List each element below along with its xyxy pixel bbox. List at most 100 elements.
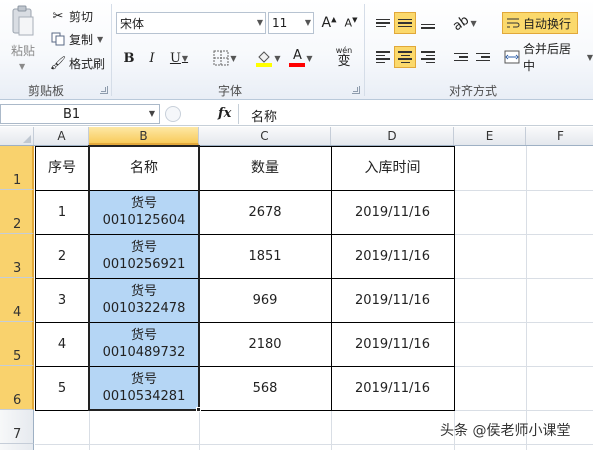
wrap-text-button[interactable]: 自动换行 bbox=[502, 12, 578, 34]
formula-content: 名称 bbox=[251, 110, 278, 125]
table-border bbox=[35, 146, 36, 411]
row-header-8[interactable] bbox=[0, 444, 34, 450]
font-dialog-launcher-icon[interactable] bbox=[352, 86, 360, 94]
gridline bbox=[454, 234, 593, 235]
borders-button[interactable]: ▼ bbox=[208, 47, 242, 69]
font-size-combo[interactable]: 11 ▼ bbox=[268, 12, 314, 34]
grow-font-button[interactable]: A▲ bbox=[320, 12, 338, 34]
name-box[interactable]: B1 ▼ bbox=[0, 104, 160, 124]
table-row-cell-seq[interactable]: 1 bbox=[35, 190, 89, 234]
paintbrush-icon: 🖌 bbox=[49, 55, 67, 71]
chevron-down-icon[interactable]: ▼ bbox=[97, 35, 103, 44]
table-row-cell-seq[interactable]: 3 bbox=[35, 278, 89, 322]
select-all-button[interactable] bbox=[0, 127, 34, 145]
formula-input[interactable]: 名称 bbox=[238, 104, 593, 125]
align-left-icon bbox=[376, 51, 390, 63]
qty-value: 1851 bbox=[248, 248, 282, 264]
cell-d1[interactable]: 入库时间 bbox=[331, 146, 454, 190]
row-header-3[interactable]: 3 bbox=[0, 234, 34, 278]
qty-value: 969 bbox=[252, 292, 278, 308]
shrink-font-button[interactable]: A▼ bbox=[342, 12, 360, 34]
font-name-combo[interactable]: 宋体 ▼ bbox=[116, 12, 266, 34]
cell-c1[interactable]: 数量 bbox=[199, 146, 331, 190]
table-border bbox=[331, 146, 332, 411]
decrease-indent-button[interactable] bbox=[450, 46, 472, 68]
align-right-icon bbox=[421, 51, 435, 63]
gridline bbox=[454, 322, 593, 323]
phonetic-char: 变 bbox=[337, 54, 351, 69]
gridline bbox=[526, 146, 527, 450]
group-divider bbox=[111, 4, 112, 96]
chevron-down-icon[interactable]: ▼ bbox=[149, 109, 155, 118]
insert-function-button[interactable]: fx bbox=[218, 106, 231, 121]
row-header-5[interactable]: 5 bbox=[0, 322, 34, 366]
table-row-cell-date[interactable]: 2019/11/16 bbox=[331, 190, 454, 234]
cut-button[interactable]: ✂ 剪切 bbox=[50, 6, 93, 26]
fill-handle[interactable] bbox=[196, 407, 201, 412]
align-bottom-icon bbox=[421, 23, 435, 29]
phonetic-guide-button[interactable]: wén 变 bbox=[328, 45, 360, 69]
chevron-down-icon: ▼ bbox=[304, 18, 311, 27]
column-header-d[interactable]: D bbox=[331, 127, 454, 145]
table-row-cell-qty[interactable]: 2180 bbox=[199, 322, 331, 366]
increase-indent-button[interactable] bbox=[472, 46, 494, 68]
row-header-1[interactable]: 1 bbox=[0, 146, 34, 190]
table-row-cell-seq[interactable]: 2 bbox=[35, 234, 89, 278]
row-number: 1 bbox=[13, 173, 22, 188]
table-row-cell-date[interactable]: 2019/11/16 bbox=[331, 234, 454, 278]
row-number: 4 bbox=[13, 305, 22, 320]
row-header-4[interactable]: 4 bbox=[0, 278, 34, 322]
fill-color-button[interactable]: ▼ bbox=[252, 47, 284, 69]
bold-button[interactable]: B bbox=[119, 47, 139, 69]
chevron-down-icon: ▼ bbox=[306, 53, 313, 63]
align-bottom-button[interactable] bbox=[417, 12, 439, 34]
orientation-button[interactable]: ab ▼ bbox=[450, 12, 480, 34]
table-row-cell-qty[interactable]: 2678 bbox=[199, 190, 331, 234]
chevron-down-icon: ▼ bbox=[470, 18, 477, 28]
cell-a1[interactable]: 序号 bbox=[35, 146, 89, 190]
column-header-c[interactable]: C bbox=[199, 127, 331, 145]
italic-button[interactable]: I bbox=[142, 47, 162, 69]
align-top-button[interactable] bbox=[372, 12, 394, 34]
qty-value: 2180 bbox=[248, 336, 282, 352]
merge-center-button[interactable]: 合并后居中 ▼ bbox=[504, 42, 593, 73]
format-painter-button[interactable]: 🖌 格式刷 bbox=[50, 53, 105, 73]
align-top-icon bbox=[376, 18, 390, 28]
formula-bar-resize-handle[interactable] bbox=[165, 106, 181, 122]
paste-button[interactable]: 粘贴 ▼ bbox=[2, 2, 42, 78]
table-row-cell-date[interactable]: 2019/11/16 bbox=[331, 278, 454, 322]
column-header-f[interactable]: F bbox=[526, 127, 593, 145]
underline-button[interactable]: U ▼ bbox=[165, 47, 193, 69]
column-header-e[interactable]: E bbox=[454, 127, 526, 145]
align-center-button[interactable] bbox=[394, 46, 416, 68]
merge-center-label: 合并后居中 bbox=[522, 42, 571, 73]
row-number: 7 bbox=[13, 427, 22, 442]
table-row-cell-date[interactable]: 2019/11/16 bbox=[331, 366, 454, 410]
align-right-button[interactable] bbox=[417, 46, 439, 68]
watermark: 头条 @侯老师小课堂 bbox=[440, 423, 571, 439]
font-color-button[interactable]: A ▼ bbox=[286, 47, 316, 69]
align-left-button[interactable] bbox=[372, 46, 394, 68]
align-middle-button[interactable] bbox=[394, 12, 416, 34]
row-number: 5 bbox=[13, 349, 22, 364]
table-border bbox=[454, 146, 455, 411]
align-center-icon bbox=[398, 51, 412, 63]
table-row-cell-date[interactable]: 2019/11/16 bbox=[331, 322, 454, 366]
table-row-cell-qty[interactable]: 568 bbox=[199, 366, 331, 410]
increase-indent-icon bbox=[476, 52, 490, 62]
row-header-7[interactable]: 7 bbox=[0, 410, 34, 444]
align-middle-icon bbox=[398, 18, 412, 28]
table-row-cell-seq[interactable]: 5 bbox=[35, 366, 89, 410]
column-header-a[interactable]: A bbox=[35, 127, 89, 145]
gridline bbox=[331, 410, 332, 450]
chevron-down-icon: ▼ bbox=[181, 53, 189, 63]
table-row-cell-qty[interactable]: 1851 bbox=[199, 234, 331, 278]
row-header-2[interactable]: 2 bbox=[0, 190, 34, 234]
chevron-down-icon[interactable]: ▼ bbox=[587, 53, 593, 62]
copy-button[interactable]: 复制 ▼ bbox=[50, 29, 103, 49]
column-header-b[interactable]: B bbox=[89, 127, 199, 145]
table-row-cell-qty[interactable]: 969 bbox=[199, 278, 331, 322]
row-header-6[interactable]: 6 bbox=[0, 366, 34, 410]
clipboard-dialog-launcher-icon[interactable] bbox=[100, 86, 108, 94]
table-row-cell-seq[interactable]: 4 bbox=[35, 322, 89, 366]
